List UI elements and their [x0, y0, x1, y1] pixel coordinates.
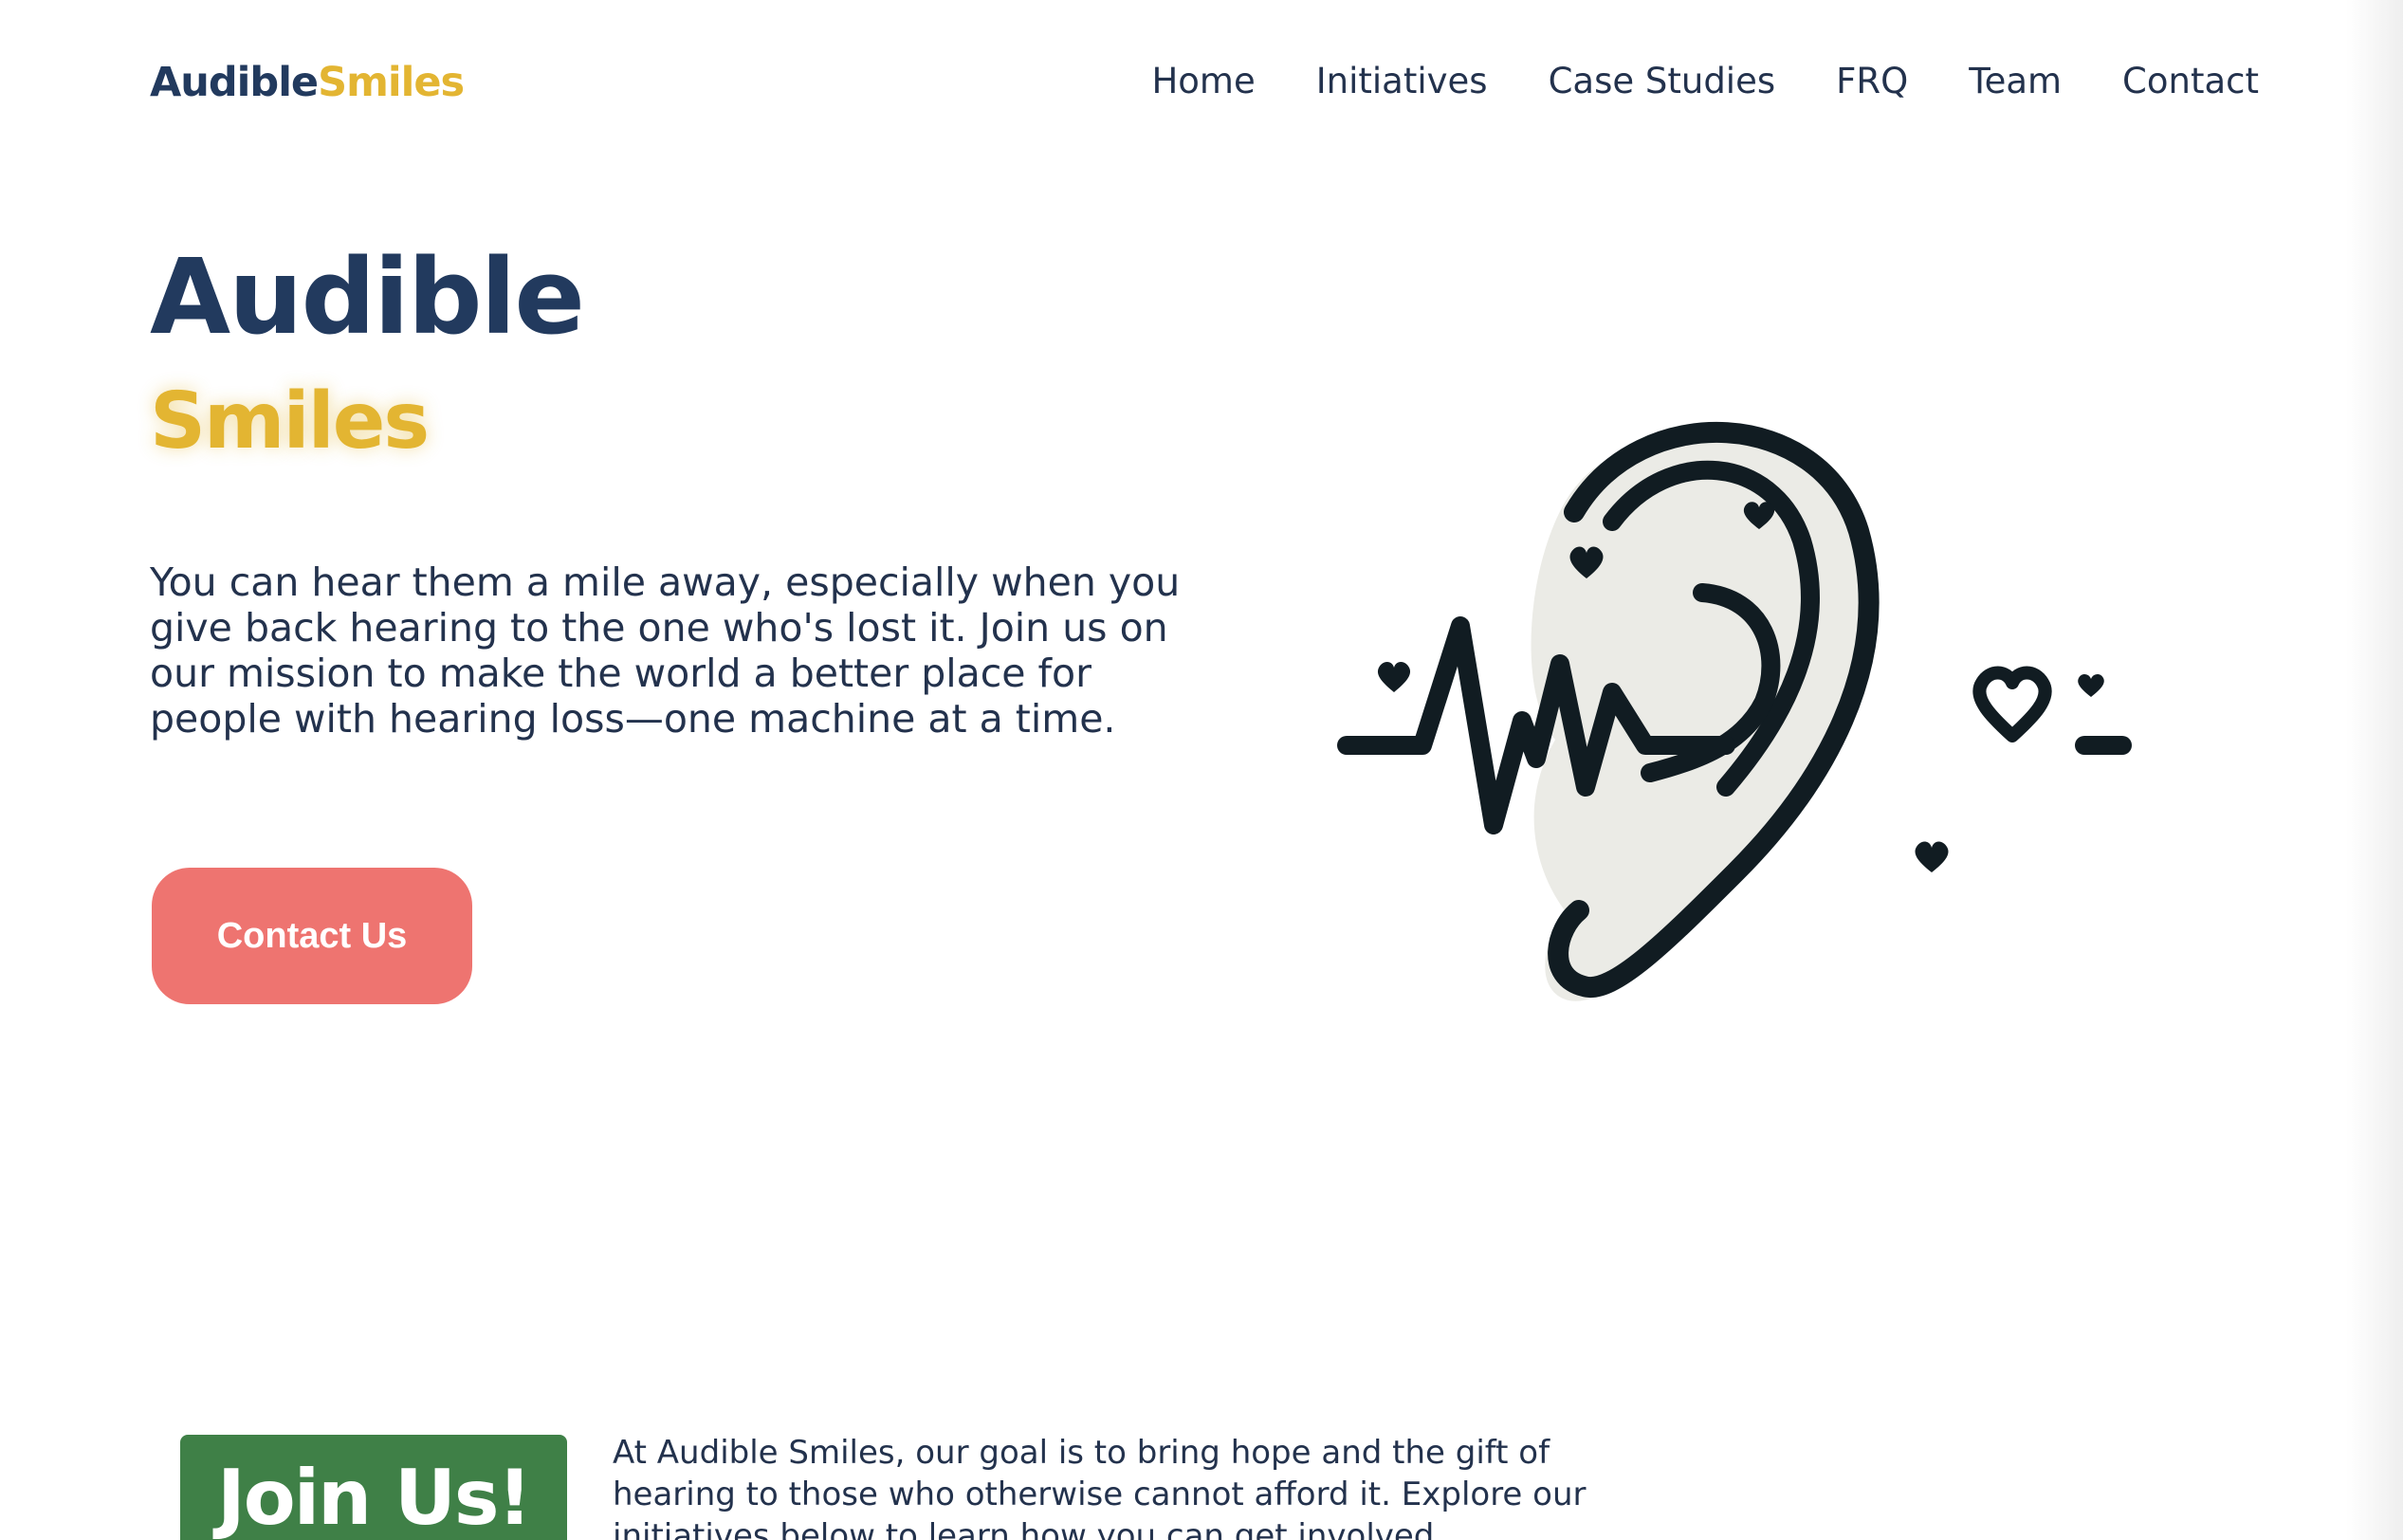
- nav-team[interactable]: Team: [1969, 61, 2062, 101]
- join-us-badge: Join Us!: [180, 1435, 567, 1540]
- nav-frq[interactable]: FRQ: [1836, 61, 1908, 101]
- nav-home[interactable]: Home: [1151, 61, 1255, 101]
- nav-contact[interactable]: Contact: [2122, 61, 2259, 101]
- nav-initiatives[interactable]: Initiatives: [1316, 61, 1488, 101]
- logo-text-audible: Audible: [150, 59, 319, 106]
- main-nav: Home Initiatives Case Studies FRQ Team C…: [1151, 61, 2259, 101]
- contact-us-button[interactable]: Contact Us: [152, 868, 472, 1004]
- join-description: At Audible Smiles, our goal is to bring …: [613, 1434, 1587, 1540]
- hero-description: You can hear them a mile away, especiall…: [150, 559, 1181, 742]
- page: AudibleSmiles Home Initiatives Case Stud…: [0, 0, 2403, 1540]
- site-header: AudibleSmiles Home Initiatives Case Stud…: [150, 53, 2259, 114]
- page-edge-shade: [2346, 0, 2403, 1540]
- ear-heartbeat-icon: [1328, 379, 2162, 1043]
- nav-case-studies[interactable]: Case Studies: [1549, 61, 1776, 101]
- site-logo[interactable]: AudibleSmiles: [150, 59, 465, 106]
- hero-subtitle: Smiles: [150, 376, 430, 467]
- logo-text-smiles: Smiles: [318, 59, 465, 106]
- hero-title: Audible: [150, 236, 585, 358]
